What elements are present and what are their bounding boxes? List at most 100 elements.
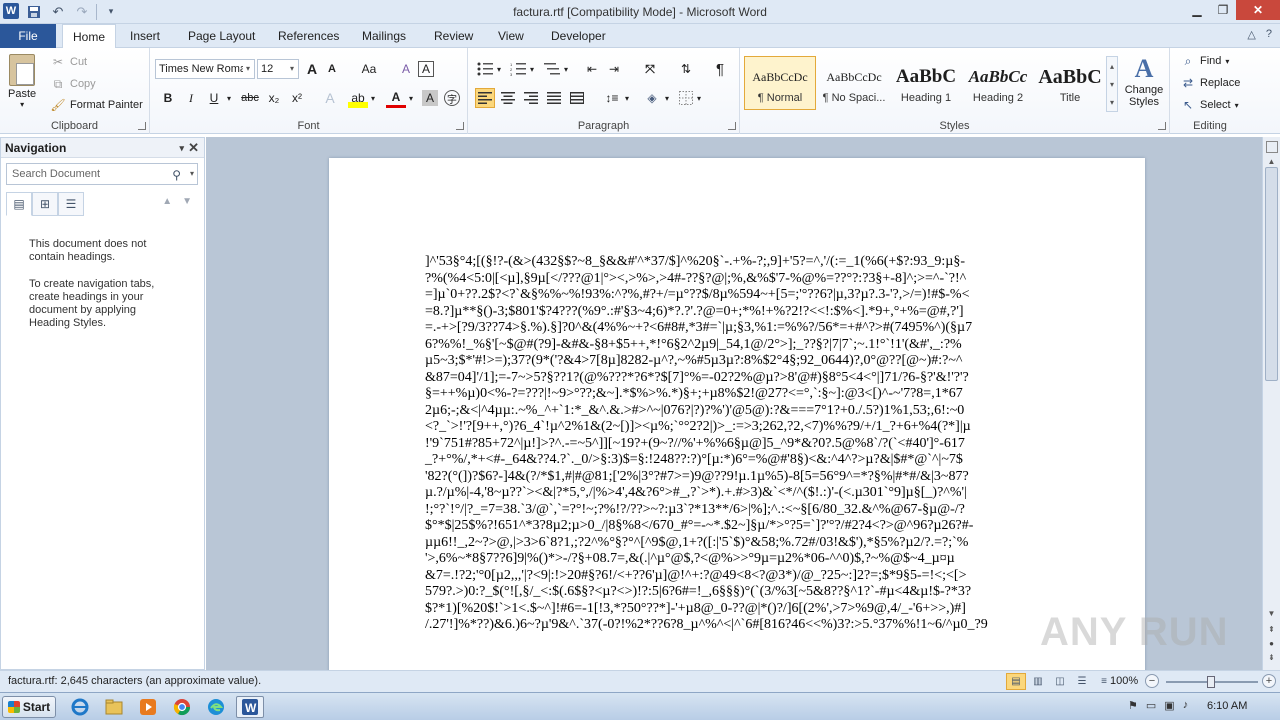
navigation-close-icon[interactable]: ✕	[188, 138, 199, 158]
align-left-button[interactable]	[475, 88, 495, 108]
previous-heading-icon[interactable]: ▲	[162, 196, 172, 207]
navigation-menu-icon[interactable]: ▾	[179, 138, 184, 158]
strikethrough-button[interactable]: abc	[238, 88, 262, 108]
style-normal[interactable]: AaBbCcDc ¶ Normal	[744, 56, 816, 110]
search-options-icon[interactable]: ▾	[190, 164, 194, 184]
help-icon[interactable]: ?	[1266, 28, 1272, 41]
italic-button[interactable]: I	[181, 88, 201, 108]
redo-icon[interactable]: ↷	[72, 2, 92, 21]
tray-flag-icon[interactable]: ⚑	[1128, 699, 1138, 712]
outline-icon[interactable]: ☰	[1072, 673, 1092, 690]
style-heading-1[interactable]: AaBbC Heading 1	[890, 56, 962, 110]
style-title[interactable]: AaBbC Title	[1034, 56, 1106, 110]
save-icon[interactable]	[24, 2, 44, 21]
tray-volume-icon[interactable]: ♪	[1183, 699, 1189, 712]
enclose-characters-button[interactable]: 字	[444, 90, 460, 106]
tab-review[interactable]: Review	[424, 24, 483, 48]
tab-file[interactable]: File	[0, 24, 56, 48]
clear-formatting-button[interactable]: A	[396, 59, 416, 79]
font-color-dropdown-icon[interactable]: ▾	[406, 88, 416, 108]
shading-button[interactable]: ◈	[642, 88, 662, 108]
copy-button[interactable]: ⧉ Copy	[50, 76, 96, 92]
change-styles-button[interactable]: A Change Styles	[1120, 54, 1168, 108]
character-shading-button[interactable]: A	[422, 90, 438, 106]
clipboard-launcher-icon[interactable]	[138, 122, 146, 130]
headings-tab-icon[interactable]: ▤	[6, 192, 32, 216]
tab-developer[interactable]: Developer	[541, 24, 616, 48]
subscript-button[interactable]: x₂	[264, 88, 284, 108]
style-heading-2[interactable]: AaBbCc Heading 2	[962, 56, 1034, 110]
superscript-button[interactable]: x²	[287, 88, 307, 108]
find-button[interactable]: ⌕ Find ▾	[1180, 53, 1230, 69]
chrome-icon[interactable]	[168, 696, 196, 718]
zoom-slider-thumb[interactable]	[1207, 676, 1215, 688]
tab-references[interactable]: References	[268, 24, 349, 48]
change-case-button[interactable]: Aa	[356, 59, 382, 79]
gallery-up-icon[interactable]: ▴	[1110, 62, 1114, 71]
pages-tab-icon[interactable]: ⊞	[32, 192, 58, 216]
tray-folder-icon[interactable]: ▭	[1146, 699, 1156, 712]
zoom-in-icon[interactable]: +	[1262, 674, 1276, 688]
styles-launcher-icon[interactable]	[1158, 122, 1166, 130]
grow-font-button[interactable]: A	[302, 59, 322, 79]
ie-icon[interactable]	[66, 696, 94, 718]
bullets-button[interactable]	[475, 59, 495, 79]
browse-object-icon[interactable]: ●	[1265, 639, 1278, 651]
font-name-dropdown-icon[interactable]: ▾	[242, 60, 254, 78]
format-painter-button[interactable]: 🖌 Format Painter	[50, 97, 142, 113]
font-size-combo[interactable]: 12 ▾	[257, 59, 299, 79]
explorer-icon[interactable]	[100, 696, 128, 718]
font-name-combo[interactable]: Times New Roman ▾	[155, 59, 255, 79]
ruler-toggle-icon[interactable]	[1266, 141, 1278, 153]
sort-button[interactable]: ⇅	[676, 59, 696, 79]
tab-view[interactable]: View	[488, 24, 534, 48]
bold-button[interactable]: B	[158, 88, 178, 108]
web-layout-icon[interactable]: ◫	[1050, 673, 1070, 690]
gallery-down-icon[interactable]: ▾	[1110, 80, 1114, 89]
font-launcher-icon[interactable]	[456, 122, 464, 130]
scroll-thumb[interactable]	[1265, 167, 1278, 381]
character-border-button[interactable]: A	[418, 61, 434, 77]
text-effects-button[interactable]: A	[320, 88, 340, 108]
scroll-down-icon[interactable]: ▼	[1265, 609, 1278, 621]
tab-page-layout[interactable]: Page Layout	[178, 24, 265, 48]
edge-icon[interactable]	[202, 696, 230, 718]
numbering-dropdown-icon[interactable]: ▾	[527, 59, 537, 79]
show-formatting-button[interactable]: ¶	[710, 59, 730, 79]
multilevel-dropdown-icon[interactable]: ▾	[561, 59, 571, 79]
zoom-level[interactable]: 100%	[1110, 675, 1138, 687]
full-screen-reading-icon[interactable]: ▥	[1028, 673, 1048, 690]
undo-icon[interactable]: ↶	[48, 2, 68, 21]
highlight-dropdown-icon[interactable]: ▾	[368, 88, 378, 108]
shrink-font-button[interactable]: A	[322, 59, 342, 79]
results-tab-icon[interactable]: ☰	[58, 192, 84, 216]
select-button[interactable]: ↖ Select ▾	[1180, 97, 1239, 113]
document-body[interactable]: ]^'53§°4;[(§!?-(&>(432§$?~8_§&&#'^*37/$]…	[425, 254, 1045, 634]
numbering-button[interactable]: 123	[508, 59, 528, 79]
distributed-button[interactable]	[567, 88, 587, 108]
shading-dropdown-icon[interactable]: ▾	[662, 88, 672, 108]
find-dropdown-icon[interactable]: ▾	[1225, 57, 1229, 66]
word-taskbar-icon[interactable]: W	[236, 696, 264, 718]
close-button[interactable]: ✕	[1236, 0, 1280, 20]
zoom-out-icon[interactable]: −	[1145, 674, 1159, 688]
multilevel-list-button[interactable]	[542, 59, 562, 79]
search-icon[interactable]: ⚲	[172, 165, 181, 185]
next-heading-icon[interactable]: ▼	[182, 196, 192, 207]
align-right-button[interactable]	[521, 88, 541, 108]
tab-mailings[interactable]: Mailings	[352, 24, 416, 48]
previous-page-icon[interactable]: ⇞	[1265, 625, 1278, 637]
clock[interactable]: 6:10 AM	[1207, 700, 1247, 712]
customize-icon[interactable]: ▾	[101, 2, 121, 21]
select-dropdown-icon[interactable]: ▾	[1235, 101, 1239, 110]
underline-dropdown-icon[interactable]: ▾	[224, 88, 234, 108]
restore-button[interactable]: ❐	[1210, 0, 1236, 20]
cut-button[interactable]: ✂ Cut	[50, 54, 87, 70]
justify-button[interactable]	[544, 88, 564, 108]
font-size-dropdown-icon[interactable]: ▾	[286, 60, 298, 78]
style-no-spacing[interactable]: AaBbCcDc ¶ No Spaci...	[818, 56, 890, 110]
paragraph-launcher-icon[interactable]	[728, 122, 736, 130]
tab-home[interactable]: Home	[62, 24, 117, 49]
next-page-icon[interactable]: ⇟	[1265, 653, 1278, 665]
replace-button[interactable]: ⇄ Replace	[1180, 75, 1240, 91]
